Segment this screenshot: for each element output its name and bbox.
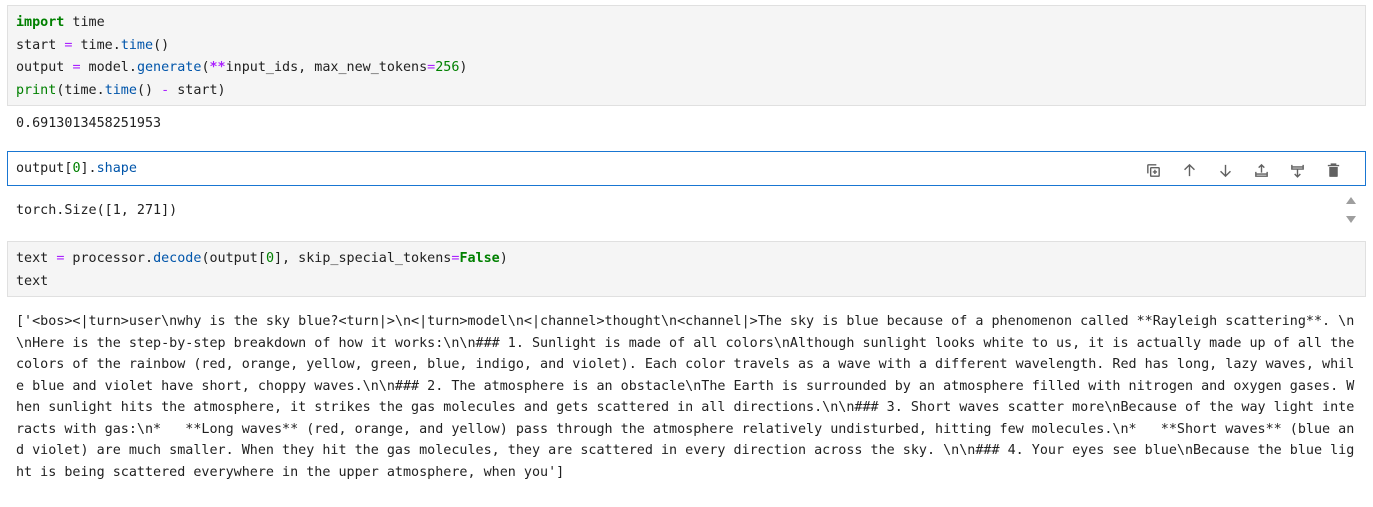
insert-below-button[interactable]: [1279, 159, 1315, 181]
output-scroll-down-button[interactable]: [1345, 214, 1357, 229]
cell-2-output: torch.Size([1, 271]): [16, 203, 178, 218]
move-down-icon: [1219, 164, 1231, 177]
insert-above-button[interactable]: [1243, 159, 1279, 181]
caret-down-icon: [1346, 216, 1356, 223]
insert-above-icon: [1254, 163, 1268, 177]
cell-toolbar: [1135, 159, 1351, 181]
code-cell-1[interactable]: import time start = time.time() output =…: [7, 5, 1366, 106]
code-cell-2[interactable]: output[0].shape: [7, 151, 1366, 186]
caret-up-icon: [1346, 197, 1356, 204]
code-line-1: import time: [16, 15, 105, 30]
insert-below-icon: [1290, 164, 1304, 178]
delete-icon: [1327, 162, 1339, 177]
code-cell-3[interactable]: text = processor.decode(output[0], skip_…: [7, 241, 1366, 297]
cell-3-output: ['<bos><|turn>user\nwhy is the sky blue?…: [16, 314, 1363, 480]
move-up-icon: [1183, 163, 1195, 176]
move-down-button[interactable]: [1207, 159, 1243, 181]
duplicate-cell-button[interactable]: [1135, 159, 1171, 181]
duplicate-icon: [1146, 163, 1160, 177]
move-up-button[interactable]: [1171, 159, 1207, 181]
code-line-4: print(time.time() - start): [16, 82, 226, 98]
code-line-2: text: [16, 273, 49, 289]
code-line-3: output = model.generate(**input_ids, max…: [16, 60, 468, 76]
cell-1-output: 0.6913013458251953: [16, 116, 162, 131]
code-line-1: text = processor.decode(output[0], skip_…: [16, 251, 508, 266]
code-line-2: start = time.time(): [16, 37, 170, 53]
delete-cell-button[interactable]: [1315, 159, 1351, 181]
output-scroll-up-button[interactable]: [1345, 194, 1357, 209]
